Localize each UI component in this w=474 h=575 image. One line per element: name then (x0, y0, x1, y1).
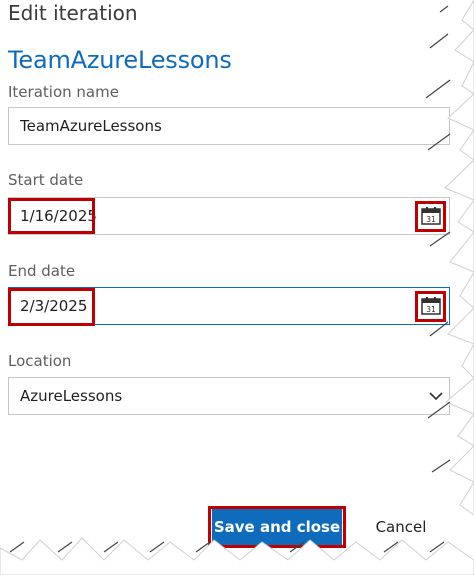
start-date-value: 1/16/2025 (20, 207, 97, 225)
text-caret (94, 296, 95, 316)
start-date-label: Start date (8, 171, 84, 189)
team-name-heading: TeamAzureLessons (8, 46, 232, 74)
location-label: Location (8, 352, 72, 370)
calendar-icon-day: 31 (426, 215, 436, 224)
location-select[interactable]: AzureLessons (8, 377, 450, 415)
end-date-input[interactable]: 2/3/2025 31 (8, 287, 450, 325)
calendar-icon[interactable]: 31 (419, 205, 443, 227)
cancel-button[interactable]: Cancel (352, 509, 450, 545)
chevron-down-icon (429, 392, 443, 401)
end-date-label: End date (8, 262, 76, 280)
calendar-icon-day: 31 (426, 305, 436, 314)
save-and-close-button[interactable]: Save and close (212, 509, 342, 545)
calendar-icon[interactable]: 31 (419, 295, 443, 317)
dialog-title: Edit iteration (8, 1, 138, 25)
start-date-input[interactable]: 1/16/2025 31 (8, 197, 450, 235)
end-date-value: 2/3/2025 (20, 297, 88, 315)
location-value: AzureLessons (20, 387, 123, 405)
iteration-name-input[interactable]: TeamAzureLessons (8, 107, 450, 145)
iteration-name-value: TeamAzureLessons (20, 117, 162, 135)
iteration-name-label: Iteration name (8, 83, 119, 101)
